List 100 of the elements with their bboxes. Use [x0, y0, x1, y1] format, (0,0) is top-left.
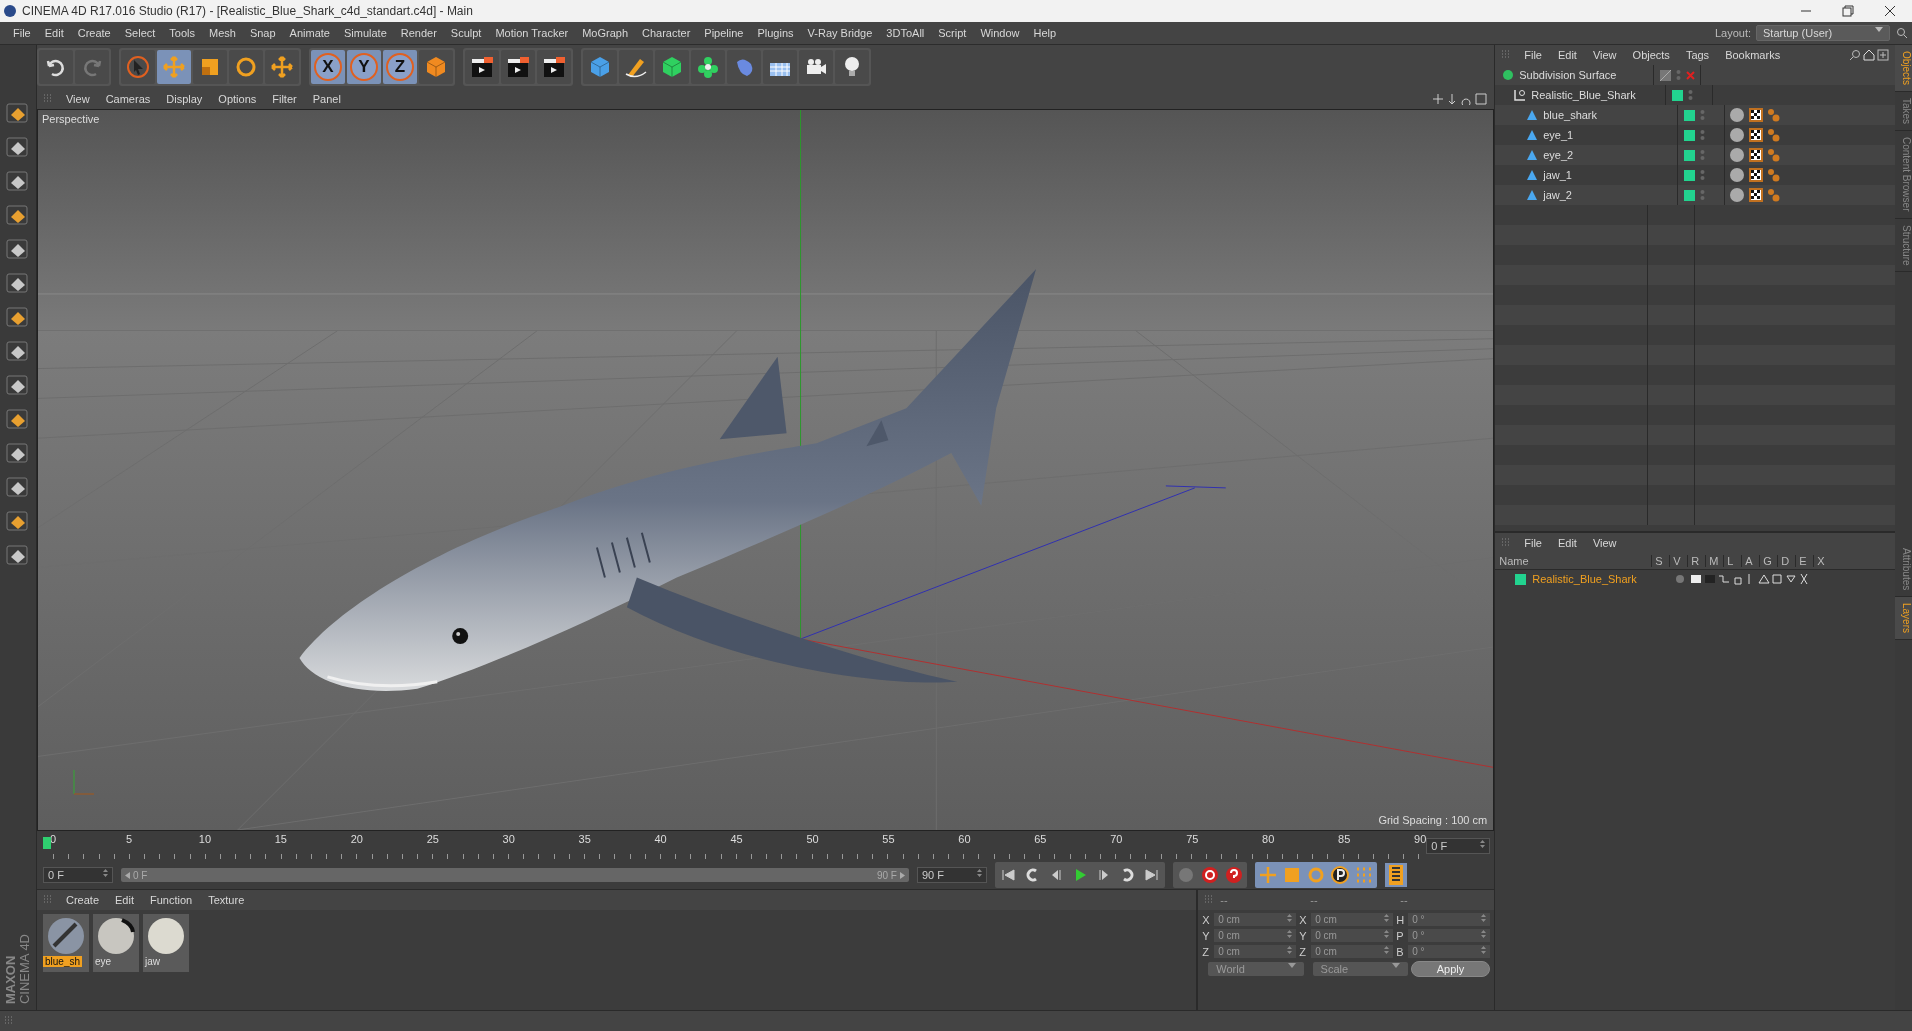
film-strip-icon[interactable] — [1385, 863, 1407, 887]
material-swatch[interactable]: eye — [93, 914, 139, 972]
clapper-gear-button[interactable] — [537, 50, 571, 84]
subdivision-cube-button[interactable] — [655, 50, 689, 84]
camera-button[interactable] — [799, 50, 833, 84]
menu-item[interactable]: Plugins — [750, 27, 801, 39]
object-name[interactable]: eye_2 — [1543, 149, 1574, 161]
menu-item[interactable]: Window — [973, 27, 1027, 39]
material-swatch[interactable]: jaw — [143, 914, 189, 972]
menu-item[interactable]: Select — [117, 27, 163, 39]
axis-lock-button[interactable]: Y — [347, 50, 381, 84]
material-menu-item[interactable]: Edit — [108, 894, 141, 906]
end-frame-field[interactable]: 90 F — [917, 867, 987, 883]
visibility-dots-icon[interactable] — [1700, 169, 1706, 181]
menu-item[interactable]: 3DToAll — [879, 27, 932, 39]
object-name[interactable]: blue_shark — [1543, 109, 1598, 121]
checker-tag-icon[interactable] — [1749, 148, 1764, 162]
menu-item[interactable]: Help — [1026, 27, 1064, 39]
viewport-menu-item[interactable]: Filter — [265, 93, 304, 105]
menu-item[interactable]: Character — [635, 27, 698, 39]
axis-lock-button[interactable]: X — [311, 50, 345, 84]
menu-item[interactable]: Script — [931, 27, 974, 39]
checker-tag-icon[interactable] — [1749, 188, 1764, 202]
layer-menu-item[interactable]: Edit — [1550, 537, 1584, 549]
material-tag-icon[interactable] — [1729, 167, 1746, 183]
menu-item[interactable]: Render — [393, 27, 444, 39]
object-menu-item[interactable]: Edit — [1550, 49, 1584, 61]
visibility-dots-icon[interactable] — [1676, 69, 1682, 81]
checker-tag-icon[interactable] — [1749, 168, 1764, 182]
apply-button[interactable]: Apply — [1410, 961, 1491, 977]
record-icon[interactable] — [1199, 864, 1221, 886]
material-menu-item[interactable]: Texture — [201, 894, 252, 906]
checker-tag-icon[interactable] — [1749, 108, 1764, 122]
object-name[interactable]: eye_1 — [1543, 129, 1574, 141]
transform-button[interactable] — [265, 50, 299, 84]
light-bulb-button[interactable] — [835, 50, 869, 84]
layer-empty-icon[interactable] — [1660, 69, 1672, 81]
material-tag-icon[interactable] — [1729, 147, 1746, 163]
menu-item[interactable]: Sculpt — [443, 27, 489, 39]
menu-item[interactable]: V-Ray Bridge — [800, 27, 880, 39]
material-tag-icon[interactable] — [1729, 127, 1746, 143]
side-tab[interactable]: Layers — [1895, 597, 1912, 640]
menu-item[interactable]: Snap — [242, 27, 283, 39]
cube-button[interactable] — [583, 50, 617, 84]
pen-button[interactable] — [619, 50, 653, 84]
axis-lock-button[interactable]: Z — [383, 50, 417, 84]
visibility-dots-icon[interactable] — [1700, 109, 1706, 121]
coordinate-system-button[interactable] — [419, 50, 453, 84]
layer-menu-item[interactable]: View — [1585, 537, 1624, 549]
menu-item[interactable]: Simulate — [336, 27, 394, 39]
right-handle-icon[interactable] — [900, 871, 905, 879]
visibility-dots-icon[interactable] — [1700, 149, 1706, 161]
cloner-button[interactable] — [691, 50, 725, 84]
layer-color-swatch[interactable] — [1684, 149, 1696, 161]
checker-tag-icon[interactable] — [1749, 128, 1764, 142]
visibility-dots-icon[interactable] — [1688, 89, 1694, 101]
phong-tag-icon[interactable] — [1767, 128, 1782, 142]
clapper-button[interactable] — [465, 50, 499, 84]
viewport-menu-item[interactable]: Options — [211, 93, 264, 105]
menu-item[interactable]: File — [6, 27, 38, 39]
auto-key-icon[interactable] — [1223, 864, 1245, 886]
object-menu-item[interactable]: Bookmarks — [1718, 49, 1788, 61]
new-window-icon[interactable] — [1877, 49, 1889, 61]
layout-dropdown[interactable]: Startup (User) — [1756, 25, 1890, 41]
menu-item[interactable]: Create — [70, 27, 118, 39]
menu-item[interactable]: Motion Tracker — [488, 27, 576, 39]
viewport-menu-item[interactable]: Cameras — [98, 93, 158, 105]
material-tag-icon[interactable] — [1729, 187, 1746, 203]
viewport-menu-item[interactable]: View — [59, 93, 97, 105]
menu-item[interactable]: Tools — [162, 27, 202, 39]
clapper-button[interactable] — [501, 50, 535, 84]
layer-name[interactable]: Realistic_Blue_Shark — [1532, 573, 1637, 585]
playhead-marker[interactable] — [43, 837, 51, 849]
close-icon[interactable] — [1884, 5, 1896, 17]
pointer-button[interactable] — [121, 50, 155, 84]
object-name[interactable]: jaw_2 — [1543, 189, 1572, 201]
object-name[interactable]: jaw_1 — [1543, 169, 1572, 181]
view-navigation-icon[interactable] — [1432, 93, 1489, 105]
material-tag-icon[interactable] — [1729, 107, 1746, 123]
parameter-key-icon[interactable] — [1329, 864, 1351, 886]
material-swatch[interactable]: blue_sh — [43, 914, 89, 972]
layer-color-swatch[interactable] — [1684, 189, 1696, 201]
material-menu-item[interactable]: Create — [59, 894, 106, 906]
menu-item[interactable]: Edit — [37, 27, 71, 39]
object-menu-item[interactable]: Objects — [1625, 49, 1677, 61]
rotate-button[interactable] — [229, 50, 263, 84]
side-tab[interactable]: Objects — [1895, 45, 1912, 92]
menu-item[interactable]: MoGraph — [575, 27, 636, 39]
scale-button[interactable] — [193, 50, 227, 84]
floor-button[interactable] — [763, 50, 797, 84]
object-name[interactable]: Subdivision Surface — [1519, 69, 1617, 81]
left-handle-icon[interactable] — [125, 871, 130, 879]
search-icon[interactable] — [1896, 27, 1908, 39]
layer-color-swatch[interactable] — [1515, 573, 1527, 585]
material-menu-item[interactable]: Function — [143, 894, 200, 906]
search-icon[interactable] — [1849, 49, 1861, 61]
layer-color-swatch[interactable] — [1672, 89, 1684, 101]
object-menu-item[interactable]: View — [1585, 49, 1624, 61]
layer-color-swatch[interactable] — [1684, 109, 1696, 121]
viewport-menu-item[interactable]: Panel — [305, 93, 348, 105]
